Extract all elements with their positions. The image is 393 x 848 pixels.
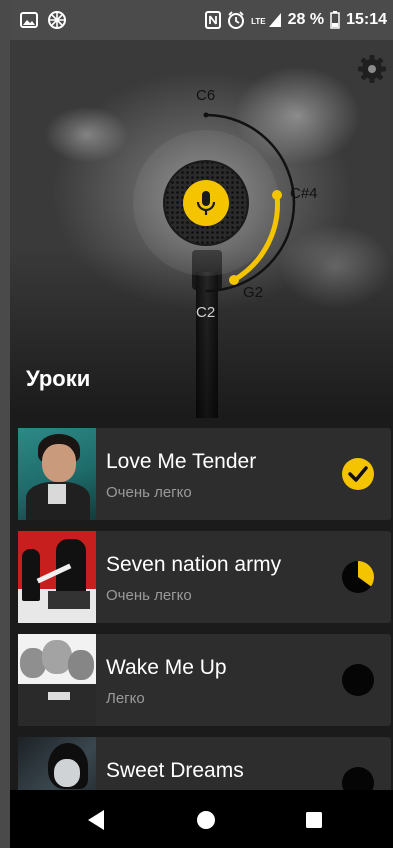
battery-percent: 28 % xyxy=(287,11,325,28)
mic-record-button[interactable] xyxy=(183,180,229,226)
song-difficulty: Очень легко xyxy=(106,587,192,604)
album-cover xyxy=(18,531,96,623)
album-cover xyxy=(18,634,96,726)
battery-icon xyxy=(330,11,340,29)
status-bar: LTE 28 % 15:14 xyxy=(10,0,393,40)
song-difficulty: Очень легко xyxy=(106,484,192,501)
nfc-icon xyxy=(205,11,222,29)
hero-banner: C6 C#4 G2 C2 Уроки xyxy=(10,40,393,418)
song-title: Wake Me Up xyxy=(106,656,227,679)
system-nav-bar xyxy=(10,790,393,848)
gear-icon[interactable] xyxy=(357,54,387,84)
section-title: Уроки xyxy=(26,366,91,391)
song-list[interactable]: Love Me Tender Очень легко Seven nation … xyxy=(10,418,393,790)
range-lower-note: G2 xyxy=(243,284,264,301)
microphone-icon xyxy=(196,191,216,215)
song-row[interactable]: Wake Me Up Легко xyxy=(18,634,391,726)
song-title: Sweet Dreams xyxy=(106,759,244,782)
clock: 15:14 xyxy=(346,11,387,28)
range-lower-handle xyxy=(229,275,239,285)
network-type-label: LTE xyxy=(251,17,266,26)
signal-icon xyxy=(268,13,281,27)
recents-square-icon[interactable] xyxy=(305,811,323,829)
completed-check-icon xyxy=(342,458,374,490)
progress-empty-icon xyxy=(342,767,374,790)
screen-edge xyxy=(0,0,10,848)
home-circle-icon[interactable] xyxy=(196,810,216,830)
song-title: Love Me Tender xyxy=(106,450,257,473)
range-upper-note: C#4 xyxy=(290,185,318,202)
range-bottom-note: C2 xyxy=(196,304,216,321)
album-cover xyxy=(18,737,96,790)
app-screen: LTE 28 % 15:14 C6 C#4 G2 C2 Уроки Love M… xyxy=(10,0,393,848)
range-top-dot xyxy=(203,112,209,118)
song-title: Seven nation army xyxy=(106,553,282,576)
status-notifications xyxy=(20,11,66,29)
status-system: LTE 28 % 15:14 xyxy=(205,11,387,29)
alarm-icon xyxy=(228,11,245,29)
range-top-note: C6 xyxy=(196,87,216,104)
song-row[interactable]: Seven nation army Очень легко xyxy=(18,531,391,623)
back-triangle-icon[interactable] xyxy=(86,809,106,831)
image-icon xyxy=(20,12,38,28)
progress-pie-icon xyxy=(342,561,374,593)
song-row[interactable]: Sweet Dreams xyxy=(18,737,391,790)
song-difficulty: Легко xyxy=(106,690,145,707)
pinwheel-icon xyxy=(48,11,66,29)
song-row[interactable]: Love Me Tender Очень легко xyxy=(18,428,391,520)
range-upper-handle xyxy=(272,190,282,200)
progress-empty-icon xyxy=(342,664,374,696)
album-cover xyxy=(18,428,96,520)
